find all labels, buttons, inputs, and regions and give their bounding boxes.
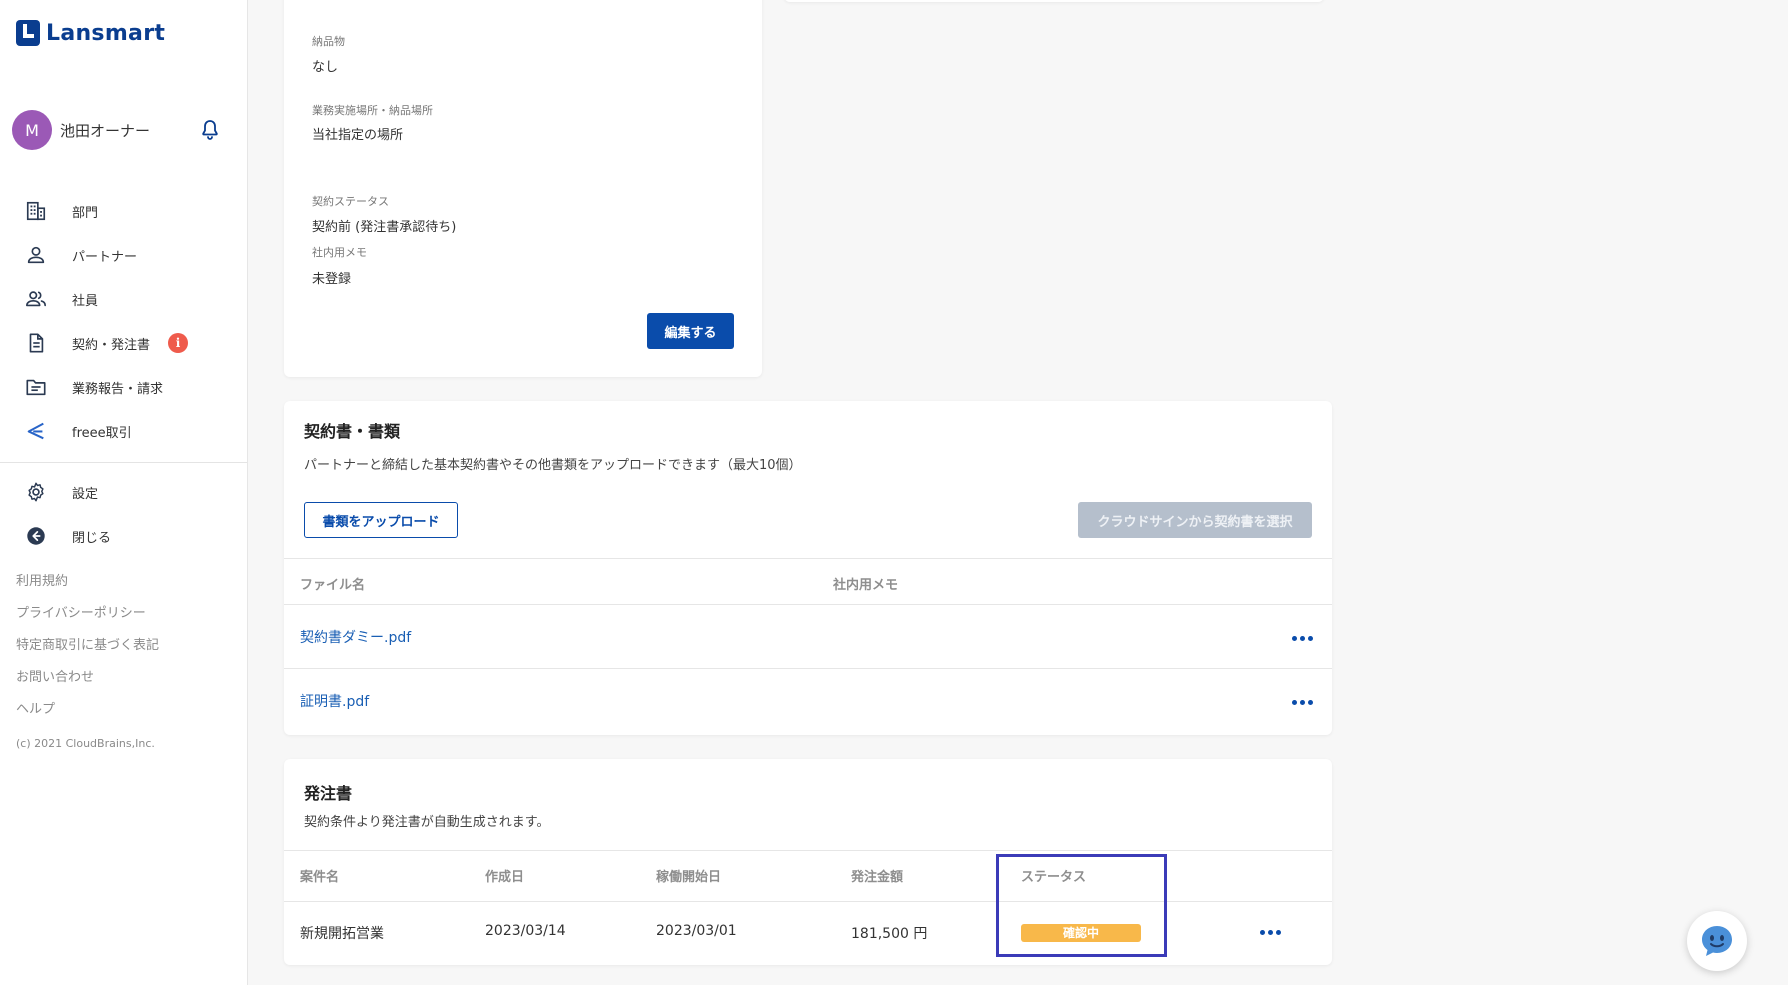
bell-icon[interactable] (198, 118, 222, 142)
link-privacy[interactable]: プライバシーポリシー (16, 604, 159, 636)
chat-bot-icon (1702, 926, 1732, 956)
sidebar-item-label: 業務報告・請求 (72, 381, 164, 397)
link-help[interactable]: ヘルプ (16, 700, 159, 732)
column-header-start: 稼働開始日 (656, 870, 722, 885)
alert-badge: i (168, 333, 189, 353)
sidebar-item-label: パートナー (72, 249, 138, 265)
arrow-left-circle-icon (24, 524, 48, 548)
column-header-project: 案件名 (300, 870, 340, 885)
documents-card: 契約書・書類 パートナーと締結した基本契約書やその他書類をアップロードできます（… (284, 401, 1332, 735)
sidebar-item-reports[interactable]: 業務報告・請求 (0, 365, 247, 409)
status-badge: 確認中 (1021, 924, 1141, 942)
table-divider (284, 901, 1332, 902)
sidebar-item-partners[interactable]: パートナー (0, 233, 247, 277)
more-options-icon[interactable] (1288, 628, 1316, 648)
link-commerce-law[interactable]: 特定商取引に基づく表記 (16, 636, 159, 668)
lansmart-logo-icon (16, 20, 40, 46)
sidebar: Lansmart M 池田オーナー 部門 パートナー 社員 契約・発注書 i 業… (0, 0, 248, 985)
sidebar-item-contracts[interactable]: 契約・発注書 i (0, 321, 247, 365)
sidebar-item-label: 契約・発注書 (72, 337, 151, 353)
purchase-orders-card: 発注書 契約条件より発注書が自動生成されます。 案件名 作成日 稼働開始日 発注… (284, 759, 1332, 965)
file-link[interactable]: 証明書.pdf (300, 691, 369, 711)
column-header-amount: 発注金額 (851, 870, 904, 885)
sidebar-item-label: 設定 (72, 486, 99, 502)
memo-label: 社内用メモ (312, 246, 367, 259)
deliverables-value: なし (312, 60, 339, 75)
sidebar-item-label: freee取引 (72, 425, 132, 441)
chat-support-button[interactable] (1687, 911, 1747, 971)
copyright: (c) 2021 CloudBrains,Inc. (16, 737, 155, 750)
secondary-nav: 設定 閉じる (0, 470, 247, 558)
upload-documents-button[interactable]: 書類をアップロード (304, 502, 458, 538)
file-link[interactable]: 契約書ダミー.pdf (300, 627, 411, 647)
location-label: 業務実施場所・納品場所 (312, 104, 433, 117)
folder-icon (24, 375, 48, 399)
more-options-icon[interactable] (1288, 692, 1316, 712)
footer-links: 利用規約 プライバシーポリシー 特定商取引に基づく表記 お問い合わせ ヘルプ (16, 572, 159, 732)
primary-nav: 部門 パートナー 社員 契約・発注書 i 業務報告・請求 freee取引 (0, 189, 247, 453)
table-divider (284, 558, 1332, 559)
deliverables-label: 納品物 (312, 35, 345, 48)
po-amount: 181,500 円 (851, 926, 928, 942)
documents-title: 契約書・書類 (304, 422, 401, 441)
sidebar-item-departments[interactable]: 部門 (0, 189, 247, 233)
table-divider (284, 668, 1332, 669)
sidebar-item-label: 閉じる (72, 530, 112, 546)
sidebar-item-label: 社員 (72, 293, 99, 309)
column-header-file-name: ファイル名 (300, 578, 366, 593)
location-value: 当社指定の場所 (312, 128, 404, 143)
column-header-memo: 社内用メモ (833, 578, 899, 593)
purchase-orders-description: 契約条件より発注書が自動生成されます。 (304, 815, 550, 830)
documents-description: パートナーと締結した基本契約書やその他書類をアップロードできます（最大10個） (304, 458, 802, 473)
brand-logo[interactable]: Lansmart (16, 20, 165, 46)
table-divider (284, 604, 1332, 605)
memo-value: 未登録 (312, 272, 352, 287)
people-icon (24, 287, 48, 311)
column-header-created: 作成日 (485, 870, 525, 885)
sidebar-divider (0, 462, 247, 463)
building-icon (24, 199, 48, 223)
user-name[interactable]: 池田オーナー (60, 120, 198, 141)
freee-icon (24, 419, 48, 443)
contract-detail-card: 納品物 なし 業務実施場所・納品場所 当社指定の場所 契約ステータス 契約前 (… (284, 0, 762, 377)
more-options-icon[interactable] (1256, 922, 1284, 942)
gear-icon (24, 480, 48, 504)
link-contact[interactable]: お問い合わせ (16, 668, 159, 700)
brand-name: Lansmart (46, 20, 166, 46)
cloudsign-select-button: クラウドサインから契約書を選択 (1078, 502, 1312, 538)
link-terms[interactable]: 利用規約 (16, 572, 159, 604)
contract-status-label: 契約ステータス (312, 195, 389, 208)
document-icon (24, 331, 48, 355)
contract-status-value: 契約前 (発注書承認待ち) (312, 220, 457, 235)
sidebar-item-settings[interactable]: 設定 (0, 470, 247, 514)
po-created-date: 2023/03/14 (485, 923, 566, 939)
person-icon (24, 243, 48, 267)
sidebar-item-close[interactable]: 閉じる (0, 514, 247, 558)
sidebar-item-freee[interactable]: freee取引 (0, 409, 247, 453)
table-divider (284, 850, 1332, 851)
sidebar-item-employees[interactable]: 社員 (0, 277, 247, 321)
app-root: Lansmart M 池田オーナー 部門 パートナー 社員 契約・発注書 i 業… (0, 0, 1788, 985)
po-start-date: 2023/03/01 (656, 923, 737, 939)
edit-button[interactable]: 編集する (647, 313, 734, 349)
column-header-status: ステータス (1021, 870, 1087, 885)
user-profile: M 池田オーナー (12, 110, 234, 150)
avatar[interactable]: M (12, 110, 52, 150)
po-project-name: 新規開拓営業 (300, 926, 384, 942)
sidebar-item-label: 部門 (72, 205, 99, 221)
purchase-orders-title: 発注書 (304, 784, 353, 803)
top-right-card-fragment (784, 0, 1324, 2)
